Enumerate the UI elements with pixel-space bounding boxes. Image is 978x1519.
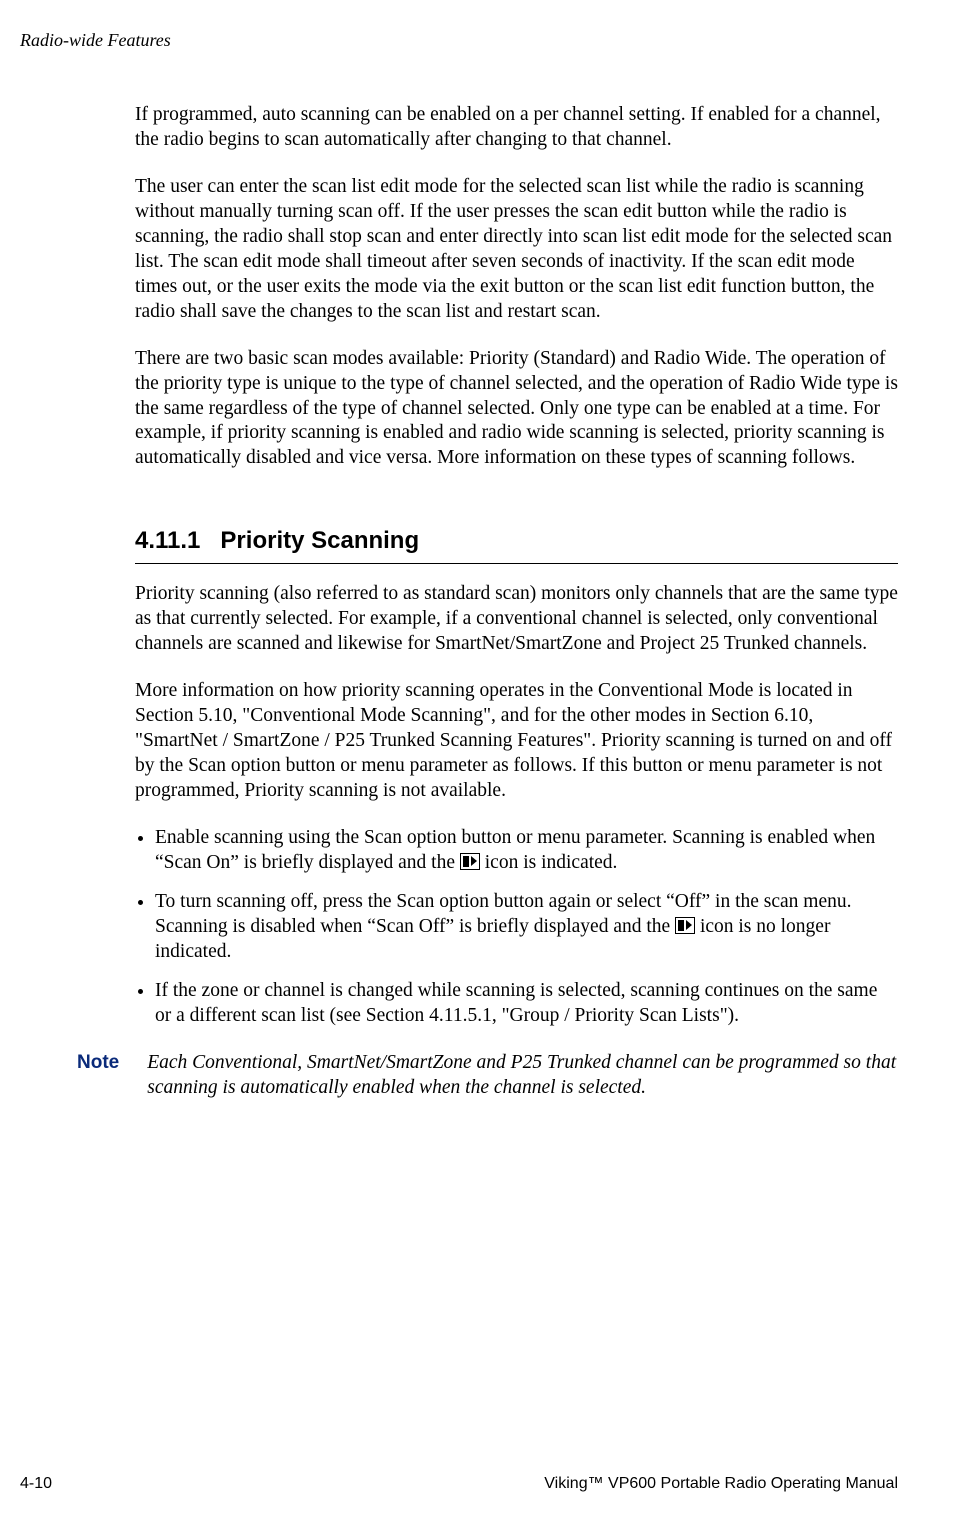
scan-icon — [460, 853, 480, 870]
bullet-list: Enable scanning using the Scan option bu… — [135, 826, 898, 1029]
scan-icon — [675, 917, 695, 934]
running-header: Radio-wide Features — [20, 30, 898, 51]
section-paragraph-1: Priority scanning (also referred to as s… — [135, 582, 898, 657]
section-heading: 4.11.1 Priority Scanning — [135, 527, 898, 555]
section-number: 4.11.1 — [135, 527, 200, 554]
list-item: Enable scanning using the Scan option bu… — [155, 826, 898, 876]
note-text: Each Conventional, SmartNet/SmartZone an… — [147, 1051, 898, 1101]
manual-title: Viking™ VP600 Portable Radio Operating M… — [544, 1475, 898, 1493]
section-title: Priority Scanning — [220, 527, 419, 554]
page-footer: 4-10 Viking™ VP600 Portable Radio Operat… — [20, 1475, 898, 1493]
intro-paragraph-1: If programmed, auto scanning can be enab… — [135, 103, 898, 153]
section-rule — [135, 563, 898, 564]
list-item: If the zone or channel is changed while … — [155, 979, 898, 1029]
bullet-1-text-b: icon is indicated. — [480, 852, 618, 873]
page-number: 4-10 — [20, 1475, 52, 1493]
list-item: To turn scanning off, press the Scan opt… — [155, 890, 898, 965]
bullet-3-text: If the zone or channel is changed while … — [155, 980, 877, 1026]
intro-paragraph-2: The user can enter the scan list edit mo… — [135, 175, 898, 325]
intro-paragraph-3: There are two basic scan modes available… — [135, 347, 898, 472]
note-label: Note — [77, 1051, 119, 1101]
section-paragraph-2: More information on how priority scannin… — [135, 679, 898, 804]
note-block: Note Each Conventional, SmartNet/SmartZo… — [135, 1051, 898, 1101]
page: Radio-wide Features If programmed, auto … — [0, 0, 978, 1519]
